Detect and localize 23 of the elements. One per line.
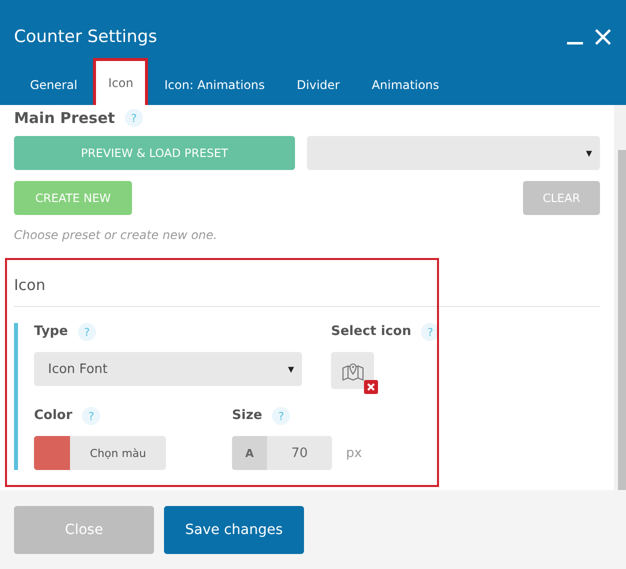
tab[interactable]: Animations [356,65,456,105]
field-label: Color [34,407,72,425]
tab[interactable]: Divider [280,65,356,105]
field-label: Type [34,323,68,341]
remove-icon[interactable] [364,380,378,394]
tab[interactable]: General [14,65,94,105]
field-label: Select icon [331,323,412,341]
tab[interactable]: Icon [93,58,148,105]
close-icon[interactable] [594,28,612,46]
unit-label: px [346,446,362,460]
section-heading: Icon [14,276,46,294]
hint-text: Choose preset or create new one. [14,228,218,242]
section-heading: Main Preset [14,109,115,127]
window-title: Counter Settings [14,27,158,47]
tab[interactable]: Icon: Animations [148,65,281,105]
icon-picker[interactable] [331,352,374,389]
field-label: Size [232,407,262,425]
size-field[interactable]: A 70 [232,436,332,470]
scrollbar-thumb[interactable] [618,150,626,490]
preset-select[interactable]: ▾ [307,136,600,170]
type-select[interactable]: Icon Font ▾ [34,352,302,386]
save-button[interactable]: Save changes [164,506,304,554]
color-picker-button[interactable]: Chọn màu [34,436,166,470]
